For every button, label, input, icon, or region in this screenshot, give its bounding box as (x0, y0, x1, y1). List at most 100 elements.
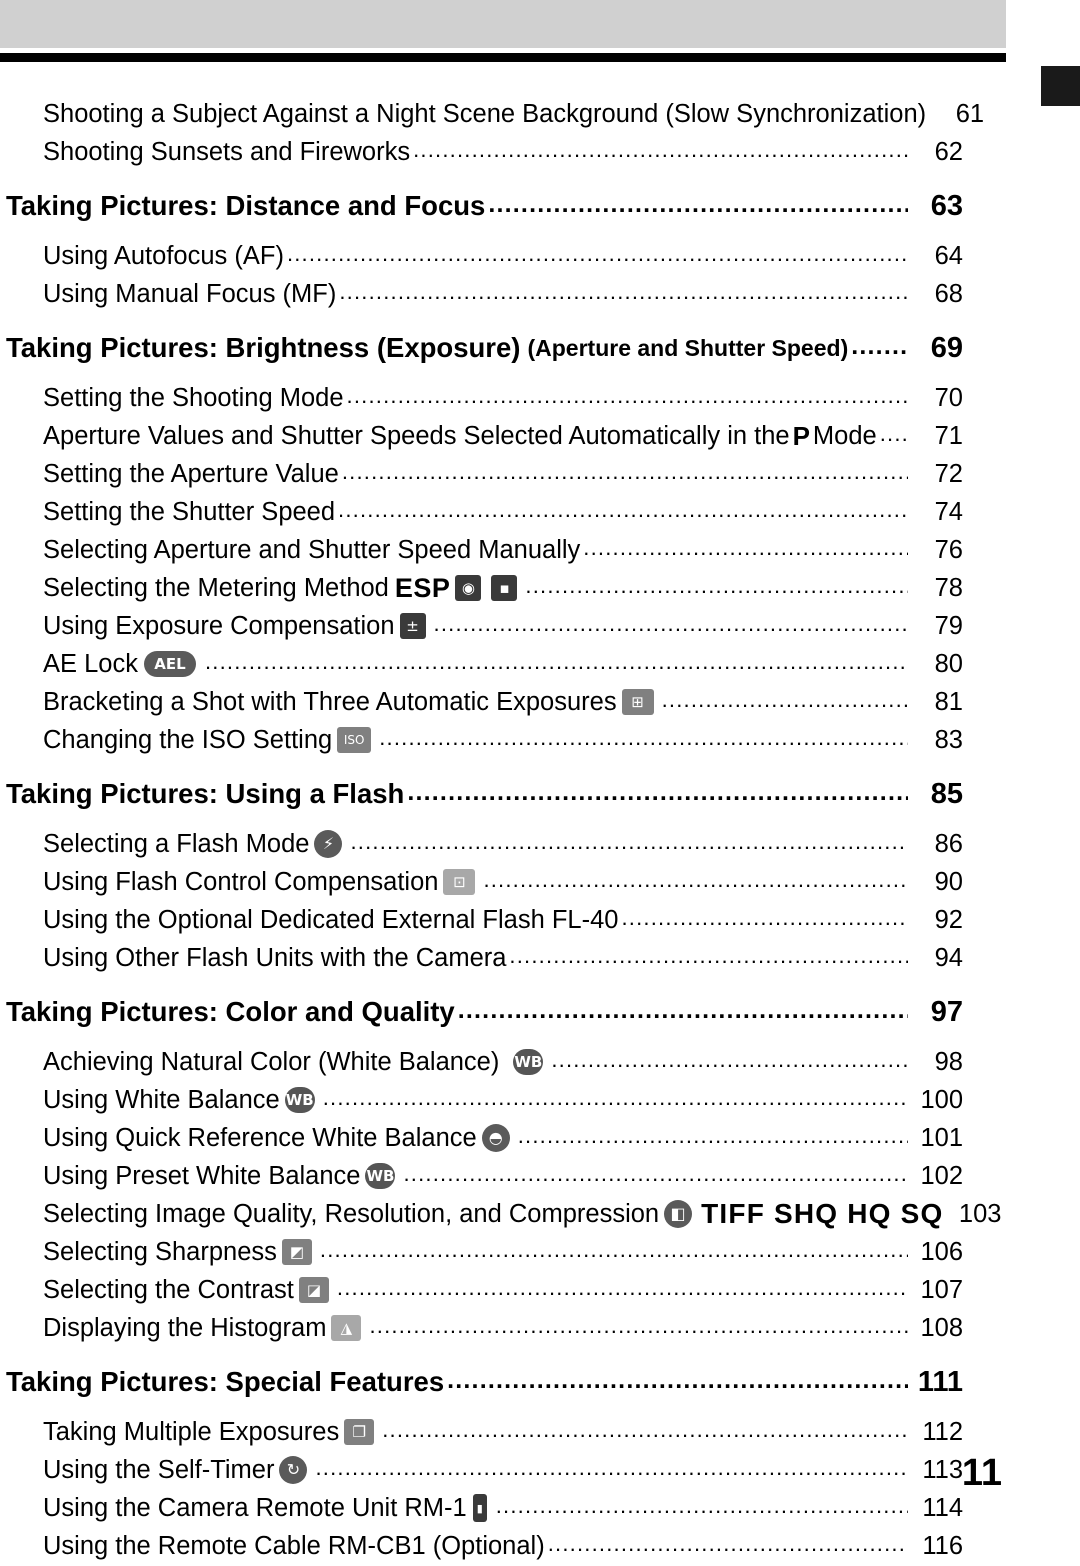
toc-entry-label: Taking Pictures: Special Features (6, 1366, 445, 1397)
toc-section-heading[interactable]: Taking Pictures: Color and Quality .....… (6, 988, 963, 1037)
toc-section-heading[interactable]: Taking Pictures: Special Features ......… (6, 1358, 963, 1407)
toc-section-heading[interactable]: Taking Pictures: Distance and Focus ....… (6, 182, 963, 231)
leader-dots: ........................................… (551, 1047, 908, 1072)
toc-entry[interactable]: Using the Remote Cable RM-CB1 (Optional)… (43, 1528, 963, 1565)
toc-entry-label: Setting the Shutter Speed (43, 498, 336, 526)
toc-entry-title: Selecting Image Quality, Resolution, and… (43, 1200, 660, 1228)
toc-entry[interactable]: Bracketing a Shot with Three Automatic E… (43, 684, 963, 721)
toc-entry-label: Setting the Aperture Value (43, 460, 339, 488)
flash-compensation-icon: ⊡ (443, 869, 476, 895)
toc-entry-label: Using the Remote Cable RM-CB1 (Optional) (43, 1532, 545, 1560)
toc-entry[interactable]: Changing the ISO Setting ISO ...........… (43, 722, 963, 759)
toc-entry[interactable]: Selecting Aperture and Shutter Speed Man… (43, 532, 963, 569)
toc-entry-page: 61 (955, 100, 985, 128)
toc-entry[interactable]: Selecting a Flash Mode ⚡ ...............… (43, 826, 963, 863)
toc-entry[interactable]: Aperture Values and Shutter Speeds Selec… (43, 418, 963, 455)
toc-entry[interactable]: Shooting a Subject Against a Night Scene… (43, 96, 984, 133)
toc-entry[interactable]: Using White Balance WB .................… (43, 1082, 963, 1119)
leader-dots: ........................................… (488, 190, 908, 218)
toc-entry[interactable]: Using Quick Reference White Balance ◓ ..… (43, 1120, 963, 1157)
leader-dots: ........................................… (319, 1237, 908, 1262)
toc-entry-page: 78 (934, 574, 963, 602)
toc-entry[interactable]: Selecting Image Quality, Resolution, and… (43, 1196, 1001, 1233)
bracketing-icon: ⊞ (621, 689, 654, 715)
toc-entry-page: 116 (922, 1532, 963, 1560)
toc-entry-page: 86 (934, 830, 963, 858)
sharpness-icon: ◩ (281, 1239, 312, 1265)
toc-entry-label: AE Lock AEL (43, 646, 202, 682)
leader-dots: ........................................… (339, 279, 908, 304)
toc-section-heading[interactable]: Taking Pictures: Brightness (Exposure) (… (6, 324, 963, 373)
toc-entry-page: 83 (934, 726, 963, 754)
toc-entry-title: Taking Multiple Exposures (43, 1418, 340, 1446)
toc-entry-title: Using White Balance (43, 1086, 280, 1114)
toc-entry-title: Bracketing a Shot with Three Automatic E… (43, 688, 617, 716)
toc-entry[interactable]: Selecting the Metering Method ESP ◉ ▪ ..… (43, 570, 963, 607)
toc-entry[interactable]: Setting the Aperture Value .............… (43, 456, 963, 493)
leader-dots: ........................................… (661, 687, 908, 712)
toc-entry-page: 71 (934, 422, 963, 450)
toc-entry-label: Selecting Sharpness ◩ (43, 1234, 317, 1270)
exposure-compensation-icon: ± (399, 613, 426, 639)
ael-icon: AEL (143, 651, 196, 677)
toc-section-heading[interactable]: Taking Pictures: Using a Flash .........… (6, 770, 963, 819)
page-number: 11 (961, 1452, 1002, 1494)
toc-entry[interactable]: Selecting the Contrast ◪ ...............… (43, 1272, 963, 1309)
toc-entry-title: Selecting a Flash Mode (43, 830, 310, 858)
toc-entry[interactable]: Using Other Flash Units with the Camera … (43, 940, 963, 977)
toc-entry-label: Using Quick Reference White Balance ◓ (43, 1120, 515, 1156)
toc-entry[interactable]: Using Autofocus (AF) ...................… (43, 238, 963, 275)
toc-entry[interactable]: Setting the Shutter Speed ..............… (43, 494, 963, 531)
toc-entry-note: (Aperture and Shutter Speed) (527, 335, 849, 361)
leader-dots: ........................................… (433, 611, 908, 636)
toc-entry[interactable]: Using the Optional Dedicated External Fl… (43, 902, 963, 939)
toc-entry[interactable]: Setting the Shooting Mode ..............… (43, 380, 963, 417)
leader-dots: ........................................… (547, 1531, 908, 1556)
iso-icon: ISO (337, 727, 372, 753)
toc-entry-title: Using Preset White Balance (43, 1162, 361, 1190)
toc-entry[interactable]: Taking Multiple Exposures ❐ ............… (43, 1414, 963, 1451)
page-thumb-index-tab (1041, 66, 1080, 106)
toc-entry-label: Using Manual Focus (MF) (43, 280, 337, 308)
toc-entry[interactable]: Using Exposure Compensation ± ..........… (43, 608, 963, 645)
toc-entry[interactable]: Shooting Sunsets and Fireworks .........… (43, 134, 963, 171)
toc-entry-label: Selecting Image Quality, Resolution, and… (43, 1196, 943, 1232)
header-gray-band (0, 0, 1006, 48)
toc-entry-page: 108 (920, 1314, 963, 1342)
toc-entry[interactable]: Using Preset White Balance WB ..........… (43, 1158, 963, 1195)
toc-entry-label: Bracketing a Shot with Three Automatic E… (43, 684, 659, 720)
toc-entry-page: 64 (934, 242, 963, 270)
toc-entry[interactable]: Using Manual Focus (MF) ................… (43, 276, 963, 313)
toc-entry-page: 102 (920, 1162, 963, 1190)
toc-entry-page: 101 (920, 1124, 963, 1152)
toc-entry-title-2: Mode (812, 422, 877, 450)
toc-entry[interactable]: AE Lock AEL ............................… (43, 646, 963, 683)
leader-dots: ........................................… (517, 1123, 908, 1148)
spot-metering-icon: ▪ (491, 575, 518, 601)
leader-dots: ........................................… (379, 725, 908, 750)
toc-entry-label: Achieving Natural Color (White Balance) … (43, 1044, 548, 1080)
toc-entry-label: Setting the Shooting Mode (43, 384, 344, 412)
toc-entry-title: Aperture Values and Shutter Speeds Selec… (43, 422, 790, 450)
toc-entry-label: Aperture Values and Shutter Speeds Selec… (43, 418, 877, 454)
toc-entry-label: Using Preset White Balance WB (43, 1158, 400, 1194)
leader-dots: ........................................… (457, 996, 908, 1024)
toc-entry-label: Using the Camera Remote Unit RM-1 ▮ (43, 1490, 493, 1526)
toc-entry-page: 72 (934, 460, 963, 488)
toc-entry-page: 97 (930, 996, 963, 1028)
toc-entry-label: Taking Multiple Exposures ❐ (43, 1414, 379, 1450)
leader-dots: ........................................… (495, 1493, 908, 1518)
toc-entry-page: 63 (930, 190, 963, 222)
toc-entry[interactable]: Achieving Natural Color (White Balance) … (43, 1044, 963, 1081)
leader-dots: ........................................… (851, 332, 908, 360)
toc-entry-label: Taking Pictures: Using a Flash (6, 778, 405, 809)
toc-entry[interactable]: Using Flash Control Compensation ⊡ .....… (43, 864, 963, 901)
toc-entry-label: Using the Optional Dedicated External Fl… (43, 906, 619, 934)
toc-entry[interactable]: Using the Self-Timer ↻ .................… (43, 1452, 963, 1489)
toc-entry[interactable]: Selecting Sharpness ◩ ..................… (43, 1234, 963, 1271)
leader-dots: ........................................… (369, 1313, 908, 1338)
toc-entry[interactable]: Using the Camera Remote Unit RM-1 ▮ ....… (43, 1490, 963, 1527)
toc-entry[interactable]: Displaying the Histogram ◮ .............… (43, 1310, 963, 1347)
toc-entry-label: Selecting the Contrast ◪ (43, 1272, 334, 1308)
remote-icon: ▮ (472, 1494, 487, 1522)
